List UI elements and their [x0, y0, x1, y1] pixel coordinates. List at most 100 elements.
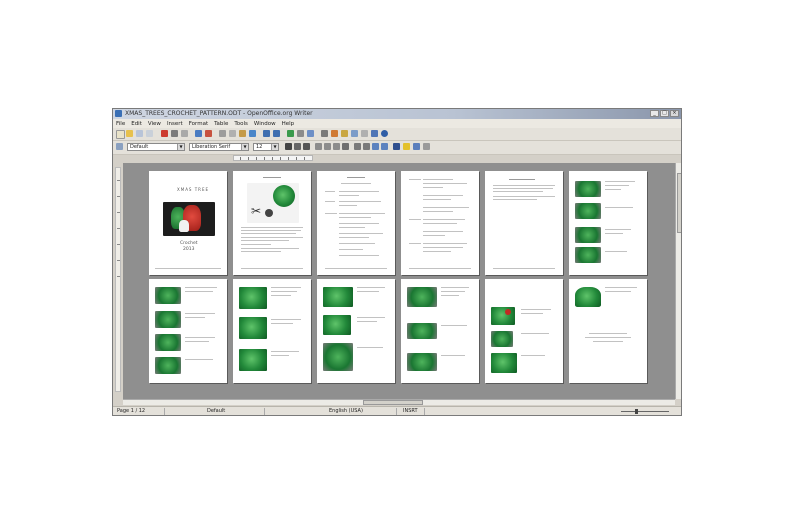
- cover-title: XMAS TREE: [177, 187, 210, 192]
- nonprinting-chars-icon[interactable]: [361, 130, 368, 137]
- cover-year: 2013: [183, 247, 195, 252]
- justify-icon[interactable]: [342, 143, 349, 150]
- page-1[interactable]: XMAS TREE Crochet 2013: [149, 171, 227, 275]
- page-12[interactable]: [569, 279, 647, 383]
- table-icon[interactable]: [297, 130, 304, 137]
- autospell-icon[interactable]: [205, 130, 212, 137]
- align-left-icon[interactable]: [315, 143, 322, 150]
- menu-format[interactable]: Format: [189, 121, 208, 127]
- step-photo: [323, 343, 353, 371]
- help-icon[interactable]: [381, 130, 388, 137]
- page-5[interactable]: [485, 171, 563, 275]
- format-paintbrush-icon[interactable]: [249, 130, 256, 137]
- align-center-icon[interactable]: [324, 143, 331, 150]
- menu-file[interactable]: File: [116, 121, 125, 127]
- menu-view[interactable]: View: [148, 121, 161, 127]
- close-button[interactable]: ×: [670, 110, 679, 117]
- step-photo: [407, 353, 437, 371]
- print-icon[interactable]: [171, 130, 178, 137]
- vertical-ruler[interactable]: [115, 167, 121, 392]
- email-icon[interactable]: [146, 130, 153, 137]
- status-bar: Page 1 / 12 Default English (USA) INSRT: [113, 406, 681, 415]
- find-replace-icon[interactable]: [321, 130, 328, 137]
- page-style[interactable]: Default: [205, 408, 265, 415]
- step-photo: [155, 287, 181, 304]
- navigator-icon[interactable]: [331, 130, 338, 137]
- step-photo: [407, 287, 437, 307]
- datasource-icon[interactable]: [351, 130, 358, 137]
- cut-icon[interactable]: [219, 130, 226, 137]
- page-8[interactable]: [233, 279, 311, 383]
- new-icon[interactable]: [116, 130, 125, 139]
- bullets-icon[interactable]: [363, 143, 370, 150]
- print-preview-icon[interactable]: [181, 130, 188, 137]
- app-icon: [115, 110, 122, 117]
- horizontal-ruler[interactable]: [233, 155, 313, 161]
- minimize-button[interactable]: _: [650, 110, 659, 117]
- export-pdf-icon[interactable]: [161, 130, 168, 137]
- step-photo: [323, 287, 353, 307]
- menu-edit[interactable]: Edit: [131, 121, 142, 127]
- open-icon[interactable]: [126, 130, 133, 137]
- window-title: XMAS_TREES_CROCHET_PATTERN.ODT - OpenOff…: [125, 110, 313, 117]
- page-11[interactable]: [485, 279, 563, 383]
- step-photo: [239, 317, 267, 339]
- step-photo: [575, 247, 601, 263]
- redo-icon[interactable]: [273, 130, 280, 137]
- gallery-icon[interactable]: [341, 130, 348, 137]
- save-icon[interactable]: [136, 130, 143, 137]
- styles-icon[interactable]: [116, 143, 123, 150]
- insert-mode[interactable]: INSRT: [401, 408, 425, 415]
- chevron-down-icon[interactable]: ▼: [177, 144, 184, 150]
- vertical-scrollbar[interactable]: [675, 163, 681, 399]
- numbering-icon[interactable]: [354, 143, 361, 150]
- font-size-value: 12: [256, 144, 263, 150]
- cover-photo: [163, 202, 215, 236]
- spellcheck-icon[interactable]: [195, 130, 202, 137]
- highlight-icon[interactable]: [403, 143, 410, 150]
- page-9[interactable]: [317, 279, 395, 383]
- page-7[interactable]: [149, 279, 227, 383]
- undo-icon[interactable]: [263, 130, 270, 137]
- menu-window[interactable]: Window: [254, 121, 276, 127]
- more-options-icon[interactable]: [423, 143, 430, 150]
- step-photo: [155, 311, 181, 328]
- increase-indent-icon[interactable]: [381, 143, 388, 150]
- align-right-icon[interactable]: [333, 143, 340, 150]
- font-color-icon[interactable]: [393, 143, 400, 150]
- page-3[interactable]: [317, 171, 395, 275]
- page-count[interactable]: Page 1 / 12: [115, 408, 165, 415]
- horizontal-scrollbar[interactable]: [123, 399, 675, 405]
- page-10[interactable]: [401, 279, 479, 383]
- underline-icon[interactable]: [303, 143, 310, 150]
- decrease-indent-icon[interactable]: [372, 143, 379, 150]
- menu-insert[interactable]: Insert: [167, 121, 183, 127]
- document-canvas[interactable]: XMAS TREE Crochet 2013 ✂: [123, 163, 675, 399]
- zoom-icon[interactable]: [371, 130, 378, 137]
- maximize-button[interactable]: □: [660, 110, 669, 117]
- show-draw-icon[interactable]: [307, 130, 314, 137]
- page-4[interactable]: [401, 171, 479, 275]
- language-status[interactable]: English (USA): [327, 408, 397, 415]
- paste-icon[interactable]: [239, 130, 246, 137]
- step-photo: [155, 334, 181, 351]
- font-size-select[interactable]: 12 ▼: [253, 143, 279, 151]
- italic-icon[interactable]: [294, 143, 301, 150]
- page-6[interactable]: [569, 171, 647, 275]
- formatting-toolbar: Default ▼ Liberation Serif ▼ 12 ▼: [113, 141, 681, 155]
- hyperlink-icon[interactable]: [287, 130, 294, 137]
- chevron-down-icon[interactable]: ▼: [241, 144, 248, 150]
- font-name-select[interactable]: Liberation Serif ▼: [189, 143, 249, 151]
- step-photo: [155, 357, 181, 374]
- menu-tools[interactable]: Tools: [234, 121, 248, 127]
- zoom-slider[interactable]: [621, 409, 669, 414]
- step-photo: [239, 349, 267, 371]
- bold-icon[interactable]: [285, 143, 292, 150]
- chevron-down-icon[interactable]: ▼: [271, 144, 278, 150]
- background-color-icon[interactable]: [413, 143, 420, 150]
- copy-icon[interactable]: [229, 130, 236, 137]
- menu-table[interactable]: Table: [214, 121, 228, 127]
- page-2[interactable]: ✂: [233, 171, 311, 275]
- menu-help[interactable]: Help: [282, 121, 295, 127]
- paragraph-style-select[interactable]: Default ▼: [127, 143, 185, 151]
